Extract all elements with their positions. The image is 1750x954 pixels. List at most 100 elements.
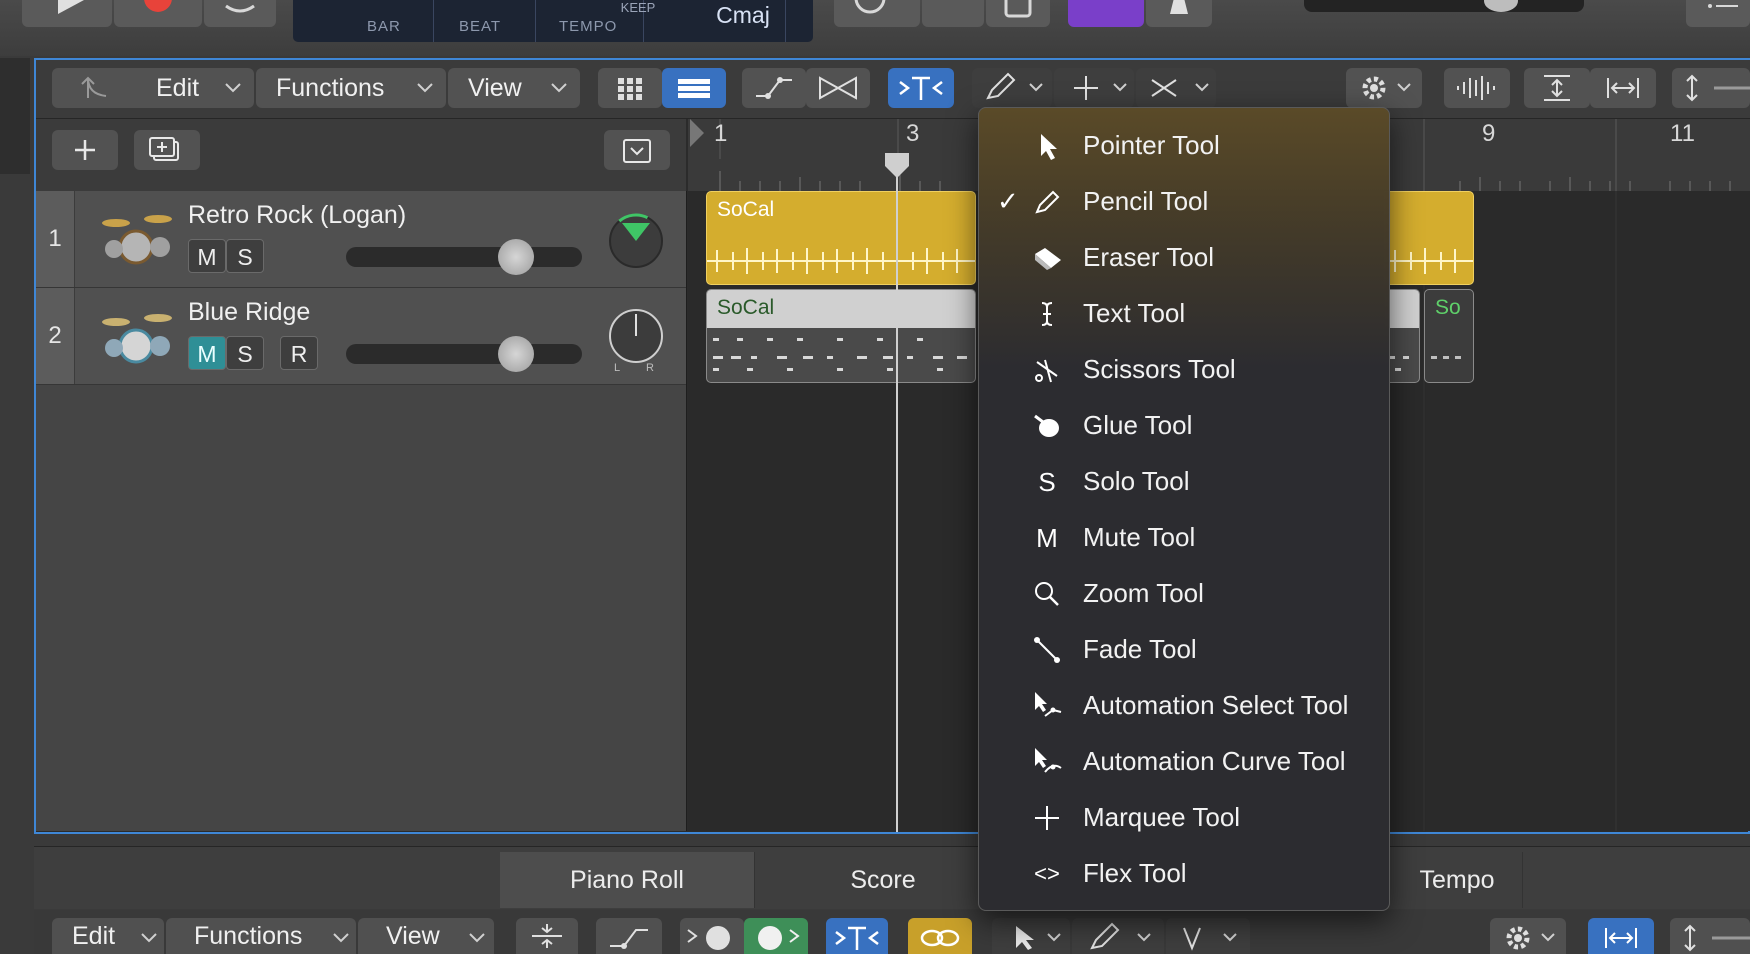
editor-collapse-button[interactable] (516, 918, 578, 954)
track-row-2[interactable]: 2 Blue Ridge M S R L R (36, 288, 686, 385)
grid-icon (618, 78, 642, 100)
metronome-icon (1170, 0, 1188, 14)
midi-region-2[interactable]: So (1424, 289, 1474, 383)
tab-score[interactable]: Score (756, 852, 1011, 908)
metronome-settings-button[interactable] (986, 0, 1050, 27)
list-view-button[interactable] (662, 68, 726, 108)
menu-item-text-tool[interactable]: Text Tool (979, 288, 1389, 340)
mute-button[interactable]: M (188, 336, 226, 370)
functions-menu[interactable]: Functions (256, 68, 446, 108)
cycle-icon (225, 4, 255, 13)
track-number: 2 (36, 288, 75, 384)
master-volume-slider[interactable] (1304, 0, 1584, 12)
menu-item-glue-tool[interactable]: Glue Tool (979, 400, 1389, 452)
playhead-handle-icon[interactable] (884, 152, 910, 180)
audio-region[interactable]: SoCal (706, 191, 976, 285)
tab-piano-roll[interactable]: Piano Roll (500, 852, 755, 908)
menu-item-label: Flex Tool (1083, 858, 1187, 888)
volume-slider[interactable] (346, 336, 582, 372)
add-folder-icon (149, 137, 179, 161)
transport-bar: BAR BEAT TEMPO KEEP Cmaj (0, 0, 1750, 56)
flex-view-button[interactable] (806, 68, 870, 108)
editor-settings-button[interactable] (1490, 918, 1566, 954)
record-button[interactable] (114, 0, 202, 27)
editor-functions-menu[interactable]: Functions (166, 918, 356, 954)
chevron-down-icon (551, 83, 567, 93)
track-name[interactable]: Retro Rock (Logan) (188, 201, 406, 230)
cycle-button[interactable] (204, 0, 276, 27)
menu-item-marquee-tool[interactable]: Marquee Tool (979, 792, 1389, 844)
playhead[interactable] (896, 160, 898, 832)
link-button[interactable] (908, 918, 972, 954)
midi-notes-graphic (713, 338, 967, 371)
play-button[interactable] (22, 0, 112, 27)
menu-item-zoom-tool[interactable]: Zoom Tool (979, 568, 1389, 620)
right-tool-menu[interactable] (1054, 68, 1134, 108)
master-volume-knob[interactable] (1484, 0, 1518, 12)
track-row-1[interactable]: 1 Retro Rock (Logan) M S (36, 191, 686, 288)
view-menu[interactable]: View (448, 68, 580, 108)
audio-region-end[interactable] (1384, 191, 1474, 285)
lcd-display[interactable]: BAR BEAT TEMPO KEEP Cmaj (293, 0, 813, 42)
horizontal-zoom-button[interactable] (1590, 68, 1656, 108)
editor-view-menu[interactable]: View (358, 918, 494, 954)
edit-menu[interactable]: Edit (134, 68, 254, 108)
vertical-zoom-button[interactable] (1524, 68, 1590, 108)
command-click-tool-menu[interactable] (1136, 68, 1216, 108)
volume-slider[interactable] (346, 239, 582, 275)
key-display[interactable]: Cmaj (673, 2, 813, 29)
menu-item-flex-tool[interactable]: <> Flex Tool (979, 848, 1389, 900)
automation-button[interactable] (742, 68, 806, 108)
count-in-button[interactable] (922, 0, 984, 27)
record-enable-button[interactable]: R (280, 336, 318, 370)
pan-knob-icon[interactable] (599, 201, 673, 275)
solo-button[interactable]: S (226, 239, 264, 273)
editor-catch-button[interactable] (826, 918, 888, 954)
list-editors-button[interactable] (1686, 0, 1750, 27)
volume-knob[interactable] (498, 336, 534, 372)
midi-in-button[interactable] (680, 918, 744, 954)
settings-button[interactable] (1346, 68, 1422, 108)
add-track-button[interactable] (52, 130, 118, 170)
catch-playhead-button[interactable] (888, 68, 954, 108)
menu-item-pencil-tool[interactable]: ✓ Pencil Tool (979, 176, 1389, 228)
midi-out-button[interactable] (744, 918, 808, 954)
view-menu-label: View (468, 74, 522, 102)
drum-kit-icon (102, 215, 172, 265)
menu-item-eraser-tool[interactable]: Eraser Tool (979, 232, 1389, 284)
menu-item-fade-tool[interactable]: Fade Tool (979, 624, 1389, 676)
waveform-zoom-button[interactable] (1444, 68, 1510, 108)
tab-tempo[interactable]: Tempo (1392, 852, 1523, 908)
editor-horizontal-zoom-button[interactable] (1588, 918, 1654, 954)
editor-automation-button[interactable] (596, 918, 662, 954)
track-name[interactable]: Blue Ridge (188, 298, 310, 327)
automation-curve-icon (1035, 748, 1062, 773)
midi-region[interactable]: SoCal (706, 289, 976, 383)
editor-right-tool-menu[interactable] (1072, 918, 1164, 954)
editor-height-slider[interactable] (1670, 918, 1750, 954)
menu-item-automation-select-tool[interactable]: Automation Select Tool (979, 680, 1389, 732)
editor-edit-menu[interactable]: Edit (52, 918, 164, 954)
mute-button[interactable]: M (188, 239, 226, 273)
left-tool-menu[interactable] (972, 68, 1052, 108)
global-tracks-button[interactable] (604, 130, 670, 170)
grid-view-button[interactable] (598, 68, 662, 108)
zoom-icon (1035, 582, 1059, 606)
tuner-button[interactable] (834, 0, 920, 27)
menu-item-mute-tool[interactable]: M Mute Tool (979, 512, 1389, 564)
metronome-button[interactable] (1146, 0, 1212, 27)
volume-knob[interactable] (498, 239, 534, 275)
track-height-slider[interactable] (1672, 68, 1750, 108)
menu-item-pointer-tool[interactable]: Pointer Tool (979, 120, 1389, 172)
editor-left-tool-menu[interactable] (992, 918, 1070, 954)
velocity-tool-menu[interactable] (1166, 918, 1250, 954)
solo-button[interactable]: S (226, 336, 264, 370)
menu-item-scissors-tool[interactable]: Scissors Tool (979, 344, 1389, 396)
pan-knob-icon[interactable] (599, 298, 673, 372)
tempo-display-button[interactable] (1068, 0, 1144, 27)
new-track-with-settings-button[interactable] (134, 130, 200, 170)
menu-item-automation-curve-tool[interactable]: Automation Curve Tool (979, 736, 1389, 788)
flex-icon (819, 76, 857, 100)
menu-item-solo-tool[interactable]: S Solo Tool (979, 456, 1389, 508)
glue-icon (1034, 414, 1059, 437)
